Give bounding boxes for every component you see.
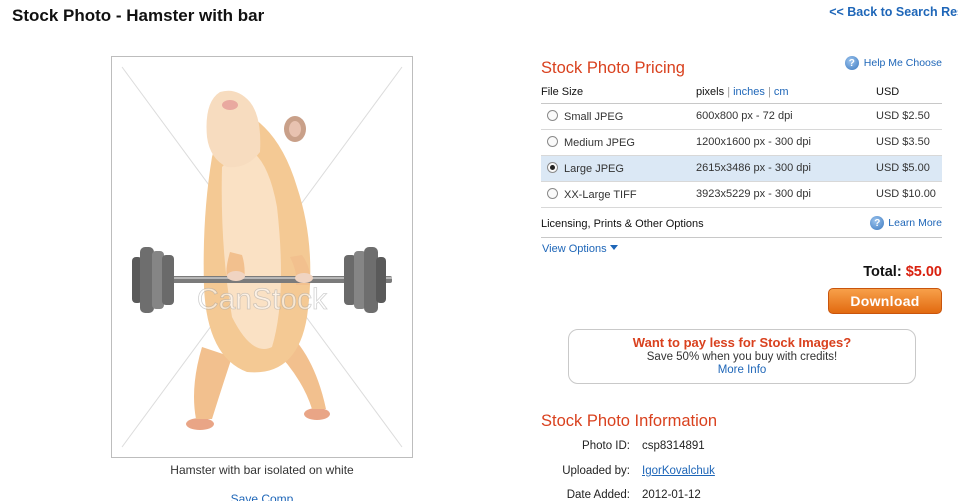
pixel-dims: 1200x1600 px - 300 dpi [696,129,876,156]
watermark-text: CanStock [197,283,328,316]
promo-subtitle: Save 50% when you buy with credits! [646,351,838,363]
photo-id-label: Photo ID: [582,440,630,452]
back-to-search-link[interactable]: << Back to Search Res [829,5,958,19]
size-radio[interactable] [547,187,558,199]
save-comp-link[interactable]: Save Comp [111,492,413,501]
help-icon: ? [844,56,859,70]
date-added-value: 2012-01-12 [642,489,701,501]
total-value: $5.00 [905,264,942,280]
size-radio-selected[interactable] [547,161,558,173]
date-added-label: Date Added: [566,489,630,501]
chevron-down-icon [609,245,618,250]
pricing-title: Stock Photo Pricing [541,59,685,77]
pixel-dims: 2615x3486 px - 300 dpi [696,155,876,182]
total-price: Total: $5.00 [863,264,942,280]
promo-title: Want to pay less for Stock Images? [632,335,852,350]
unit-cm-link[interactable]: cm [774,86,789,98]
licensing-label: Licensing, Prints & Other Options [541,218,704,230]
photo-caption: Hamster with bar isolated on white [170,463,354,477]
stock-photo[interactable]: CanStock [111,56,413,458]
credits-promo: Want to pay less for Stock Images? Save … [568,329,916,384]
header-file-size: File Size [541,84,696,104]
size-radio[interactable] [547,109,558,121]
size-radio[interactable] [547,135,558,147]
pixel-dims: 600x800 px - 72 dpi [696,103,876,130]
learn-more-link[interactable]: ? Learn More [870,216,942,230]
more-info-link[interactable]: More Info [569,364,915,376]
pixel-dims: 3923x5229 px - 300 dpi [696,181,876,208]
total-label: Total: [863,264,902,280]
price-value: USD $5.00 [876,155,942,182]
unit-inches-link[interactable]: inches [733,86,765,98]
price-row[interactable]: Medium JPEG 1200x1600 px - 300 dpi USD $… [541,129,942,156]
hamster-image: CanStock [121,66,403,448]
size-label: Small JPEG [564,110,624,123]
price-value: USD $3.50 [876,129,942,156]
size-label: Medium JPEG [564,136,635,149]
help-label: Help Me Choose [863,57,942,69]
learn-more-label: Learn More [888,217,942,229]
download-button[interactable]: Download [828,288,942,314]
uploader-link[interactable]: IgorKovalchuk [642,465,715,477]
help-me-choose-link[interactable]: ? Help Me Choose [844,56,942,70]
price-row[interactable]: Small JPEG 600x800 px - 72 dpi USD $2.50 [541,103,942,130]
licensing-options: Licensing, Prints & Other Options ? Lear… [541,216,942,238]
pricing-table: File Size pixels | inches | cm USD Small… [541,84,942,208]
price-value: USD $10.00 [876,181,942,208]
unit-pixels[interactable]: pixels [696,86,724,98]
header-usd: USD [876,84,942,104]
photo-id-value: csp8314891 [642,440,705,452]
uploaded-by-label: Uploaded by: [562,465,630,477]
view-options-toggle[interactable]: View Options [542,243,618,255]
size-label: XX-Large TIFF [564,188,637,201]
help-icon: ? [870,216,885,230]
price-row-selected[interactable]: Large JPEG 2615x3486 px - 300 dpi USD $5… [541,155,942,182]
info-title: Stock Photo Information [541,412,718,430]
header-units: pixels | inches | cm [696,84,876,104]
size-label: Large JPEG [564,162,624,175]
price-value: USD $2.50 [876,103,942,130]
price-row[interactable]: XX-Large TIFF 3923x5229 px - 300 dpi USD… [541,181,942,208]
page-title: Stock Photo - Hamster with bar [12,6,265,25]
view-options-label: View Options [542,243,607,255]
